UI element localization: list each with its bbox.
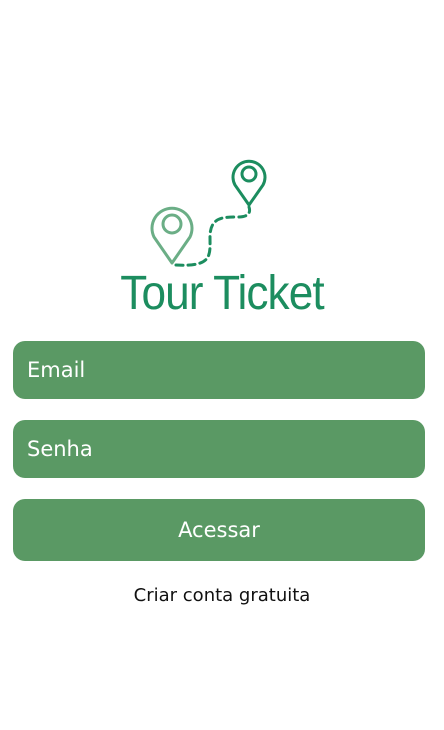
- location-pin-icon: [150, 206, 194, 265]
- location-pin-icon: [231, 159, 267, 207]
- brand-title: Tour Ticket: [120, 267, 324, 320]
- create-account-link[interactable]: Criar conta gratuita: [0, 585, 444, 606]
- login-button[interactable]: Acessar: [13, 499, 425, 561]
- email-field[interactable]: [13, 341, 425, 399]
- password-field[interactable]: [13, 420, 425, 478]
